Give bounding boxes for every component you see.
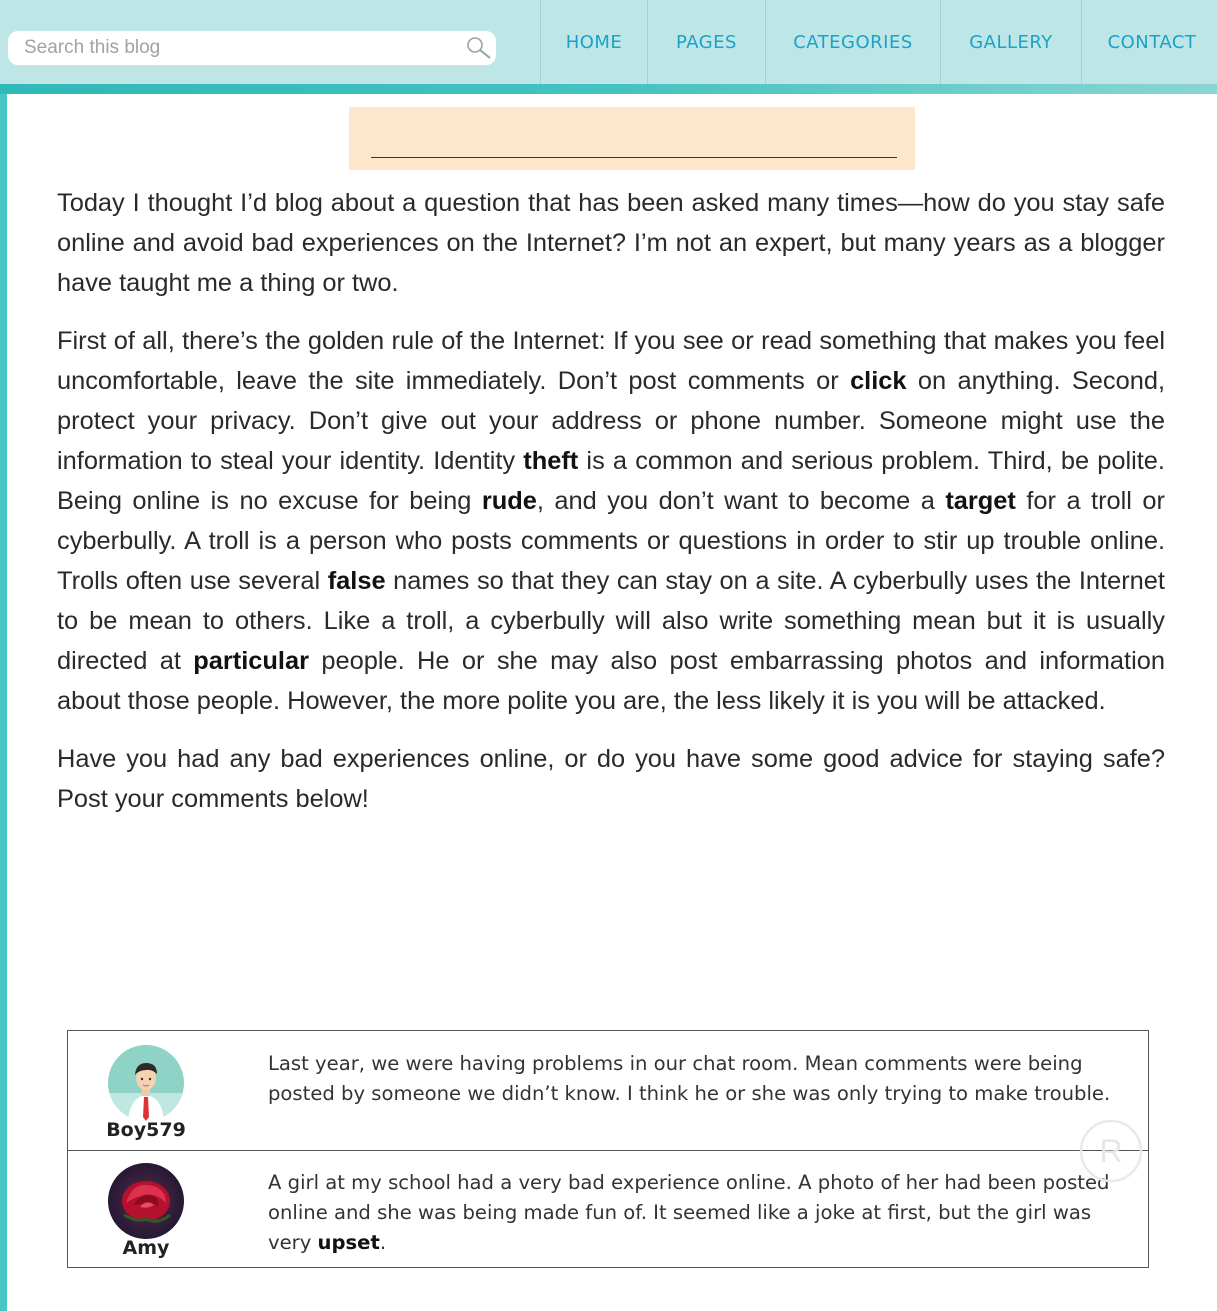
- nav-pages[interactable]: PAGES: [647, 0, 765, 84]
- rose-avatar-icon: [108, 1163, 184, 1239]
- comment-row: Amy A girl at my school had a very bad e…: [68, 1150, 1148, 1270]
- keyword: rude: [481, 487, 537, 515]
- paragraph-1: Today I thought I’d blog about a questio…: [57, 189, 1165, 297]
- keyword: false: [327, 567, 386, 595]
- paragraph-2: First of all, there’s the golden rule of…: [57, 327, 1166, 715]
- keyword: particular: [193, 647, 309, 675]
- search-box[interactable]: [8, 31, 496, 65]
- comment-username: Boy579: [106, 1119, 186, 1141]
- title-blank-line: [371, 157, 897, 158]
- registered-mark-icon: R: [1079, 1119, 1143, 1183]
- search-icon[interactable]: [464, 35, 494, 61]
- comment-row: Boy579 Last year, we were having problem…: [68, 1031, 1148, 1150]
- header-stripe: [0, 84, 1217, 94]
- keyword: theft: [523, 447, 579, 475]
- boy-avatar-icon: [108, 1045, 184, 1121]
- title-blank-box: [349, 107, 915, 170]
- comments-table: Boy579 Last year, we were having problem…: [67, 1030, 1149, 1268]
- nav-categories[interactable]: CATEGORIES: [765, 0, 940, 84]
- svg-text:R: R: [1099, 1133, 1122, 1169]
- keyword: target: [945, 487, 1016, 515]
- keyword: upset: [317, 1231, 380, 1254]
- search-input[interactable]: [24, 31, 444, 65]
- blog-post: Today I thought I’d blog about a questio…: [57, 183, 1165, 837]
- comment-text: A girl at my school had a very bad exper…: [268, 1171, 1110, 1254]
- nav-gallery[interactable]: GALLERY: [940, 0, 1081, 84]
- main-nav: HOME PAGES CATEGORIES GALLERY CONTACT: [540, 0, 1217, 84]
- paragraph-3: Have you had any bad experiences online,…: [57, 745, 1165, 813]
- left-rail: [0, 94, 7, 1311]
- nav-contact[interactable]: CONTACT: [1081, 0, 1217, 84]
- keyword: click: [850, 367, 907, 395]
- comment-text: Last year, we were having problems in ou…: [268, 1052, 1111, 1105]
- comment-username: Amy: [122, 1237, 170, 1259]
- nav-home[interactable]: HOME: [540, 0, 647, 84]
